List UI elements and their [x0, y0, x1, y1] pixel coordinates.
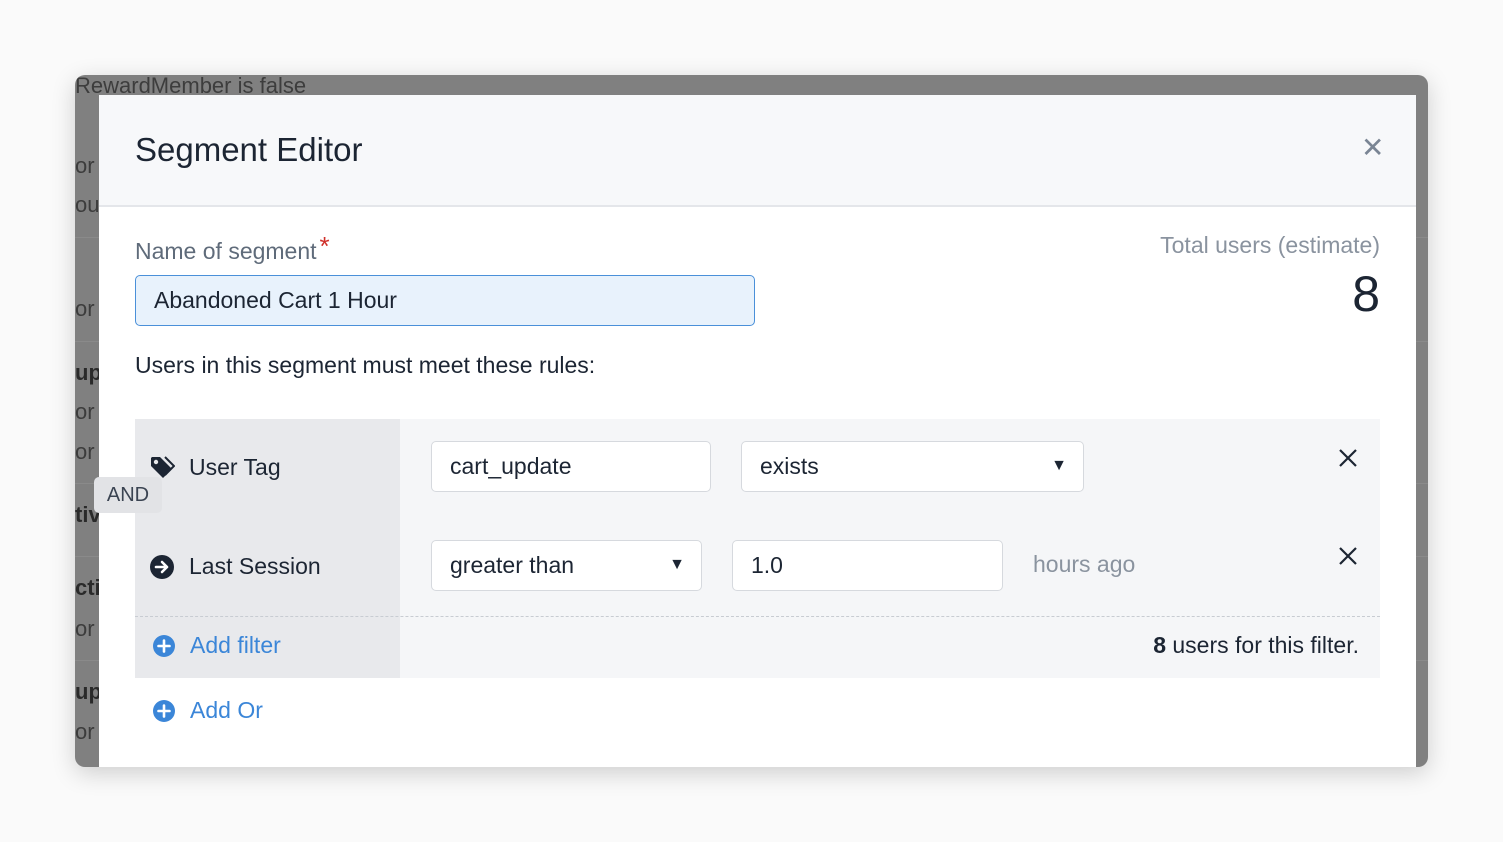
total-users-label: Total users (estimate) — [1160, 232, 1380, 258]
remove-filter-icon[interactable] — [1338, 448, 1358, 468]
background-fragment: or — [75, 439, 95, 464]
tag-operator-select[interactable]: exists ▼ — [741, 441, 1084, 492]
background-fragment: up — [75, 679, 99, 704]
background-fragment: ou — [75, 192, 99, 217]
and-connector-badge: AND — [94, 477, 162, 513]
filter-count-text: users for this filter. — [1165, 632, 1359, 658]
modal-title: Segment Editor — [135, 131, 363, 168]
segment-editor-modal: Segment Editor ✕ Name of segment * Total … — [99, 95, 1416, 767]
filter-count-value: 8 — [1153, 632, 1166, 658]
session-operator-select[interactable]: greater than ▼ — [431, 540, 702, 591]
plus-circle-icon — [153, 634, 175, 657]
rules-panel: User Tag cart_update exists ▼ Last Sessi… — [135, 419, 1380, 678]
tag-value-input[interactable]: cart_update — [431, 441, 711, 492]
add-or-button[interactable]: Add Or — [152, 697, 263, 724]
arrow-circle-right-icon — [150, 554, 174, 579]
background-fragment: up — [75, 360, 99, 385]
segment-name-label: Name of segment * — [135, 231, 330, 266]
add-or-label: Add Or — [190, 697, 263, 723]
segment-name-label-text: Name of segment — [135, 238, 317, 264]
session-units: hours ago — [1033, 551, 1136, 577]
rules-intro: Users in this segment must meet these ru… — [135, 352, 596, 378]
rule-label-text: User Tag — [189, 454, 281, 480]
rule-label-user-tag: User Tag — [149, 454, 281, 481]
required-marker: * — [319, 231, 330, 261]
total-users-value: 8 — [1352, 266, 1380, 322]
background-fragment: cti — [75, 575, 99, 600]
background-fragment: or — [75, 153, 95, 178]
session-operator-value: greater than — [450, 552, 575, 578]
modal-header: Segment Editor ✕ — [99, 95, 1416, 207]
add-filter-label: Add filter — [190, 632, 281, 658]
background-fragment: or — [75, 616, 95, 641]
rule-label-last-session: Last Session — [149, 553, 321, 580]
filter-count: 8 users for this filter. — [1153, 632, 1359, 659]
rule-label-text: Last Session — [189, 553, 321, 579]
rules-divider — [135, 616, 1380, 617]
remove-filter-icon[interactable] — [1338, 546, 1358, 566]
screenshot-frame: RewardMember is false or ou or up or or … — [75, 75, 1428, 767]
background-fragment: or — [75, 719, 95, 744]
segment-name-input[interactable]: Abandoned Cart 1 Hour — [135, 275, 755, 326]
background-text: RewardMember is false — [75, 75, 307, 97]
plus-circle-icon — [153, 699, 175, 722]
close-icon[interactable]: ✕ — [1361, 131, 1384, 164]
chevron-down-icon: ▼ — [1051, 457, 1067, 474]
background-fragment: or — [75, 399, 95, 424]
tag-operator-value: exists — [760, 453, 819, 479]
session-value-input[interactable]: 1.0 — [732, 540, 1003, 591]
background-fragment: or — [75, 296, 95, 321]
chevron-down-icon: ▼ — [669, 556, 685, 573]
add-filter-button[interactable]: Add filter — [152, 632, 281, 659]
